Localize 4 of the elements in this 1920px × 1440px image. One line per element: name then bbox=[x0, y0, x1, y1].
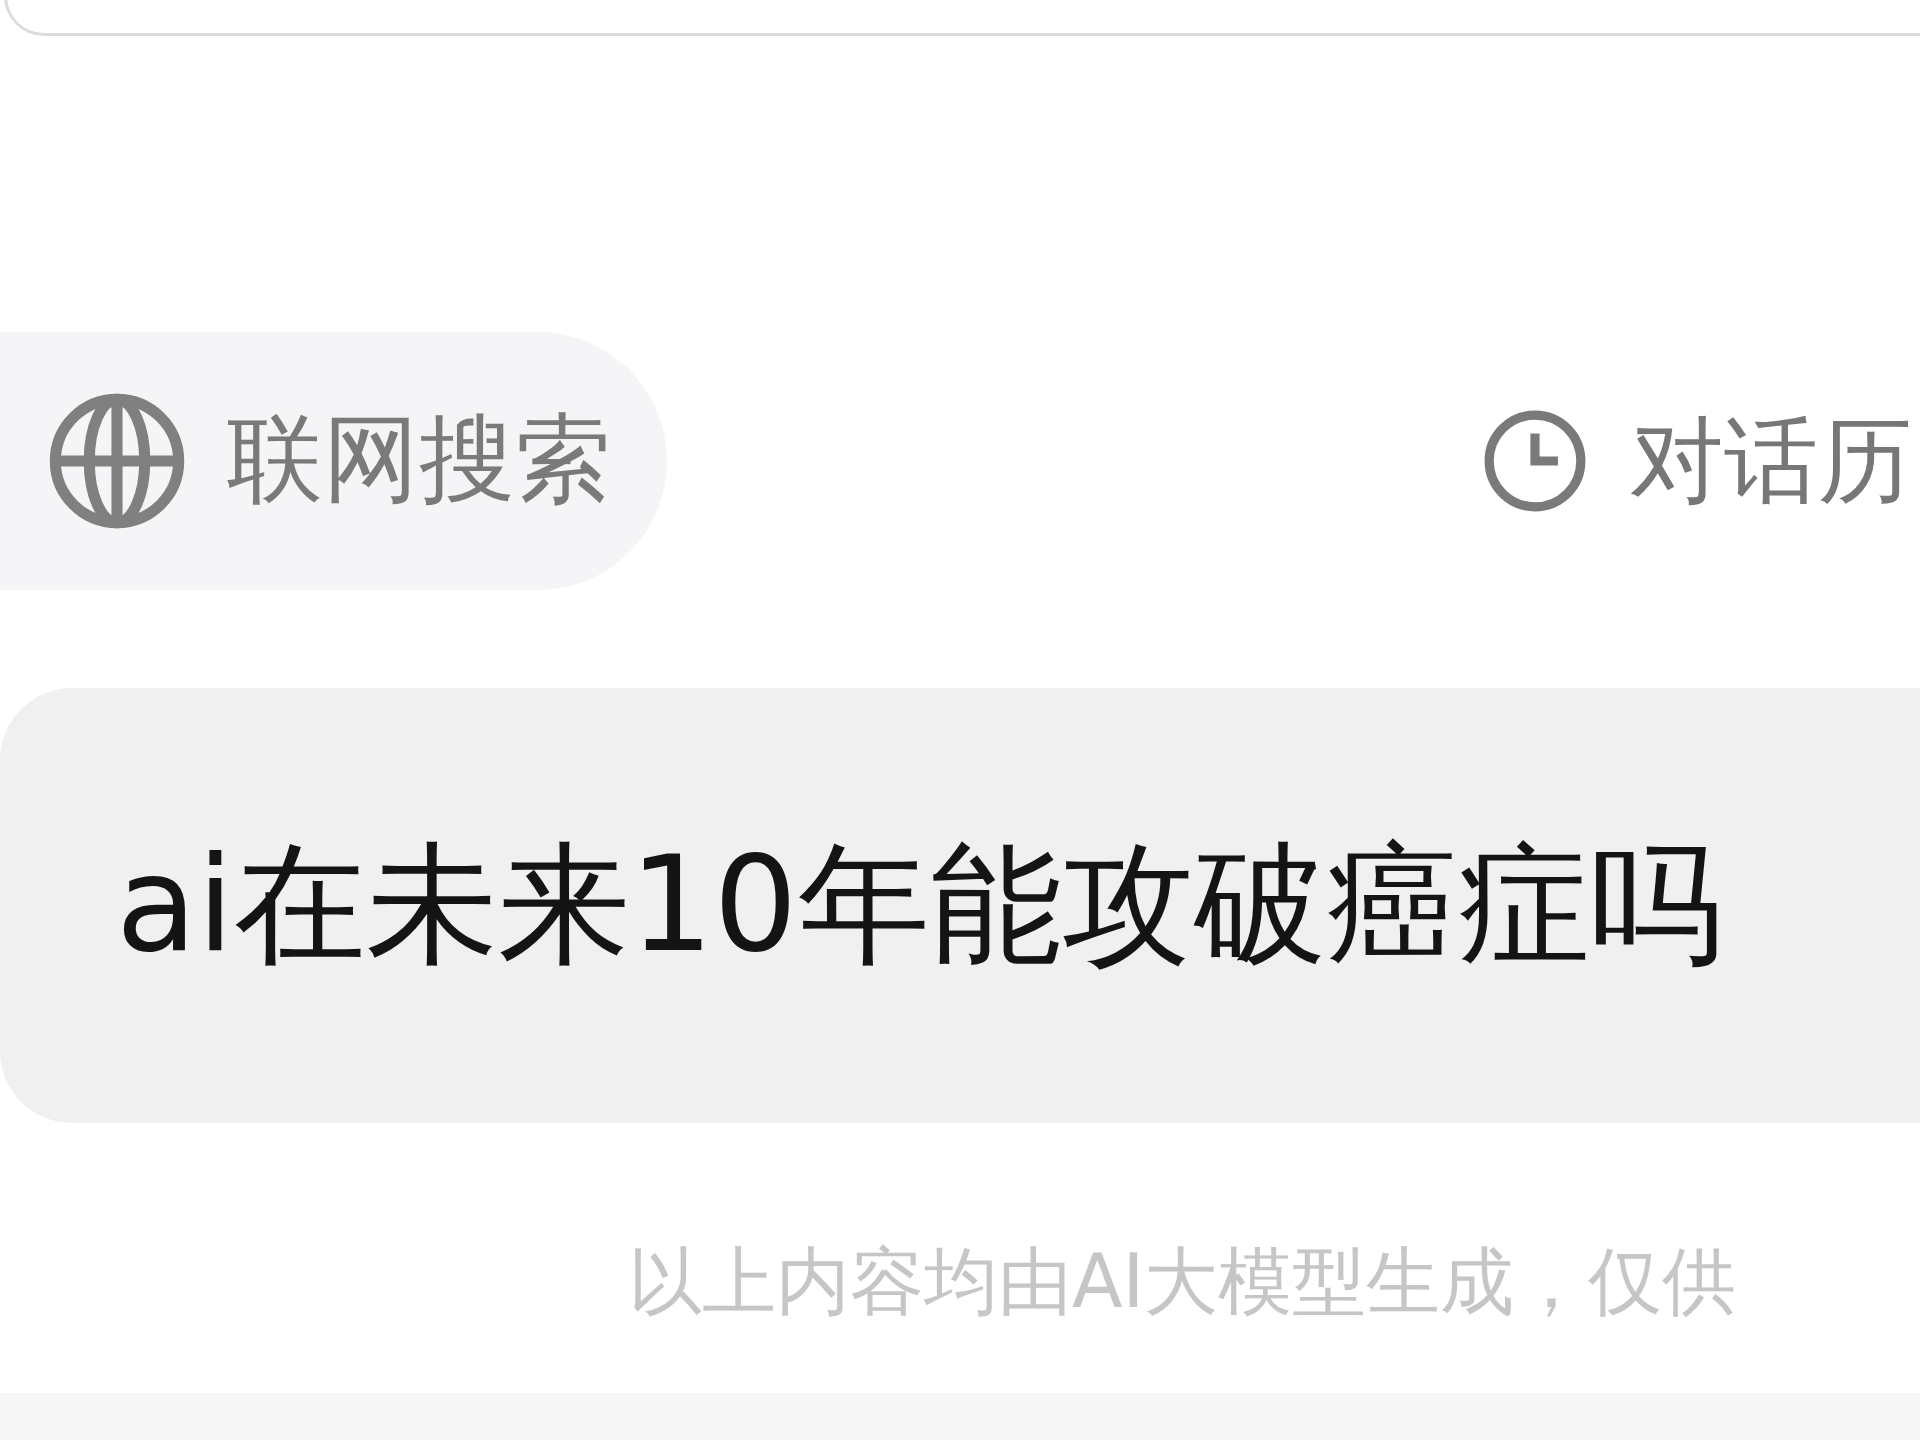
web-search-button[interactable]: 联网搜索 bbox=[0, 332, 667, 590]
disclaimer-text: 以上内容均由AI大模型生成，仅供 bbox=[627, 1237, 1738, 1326]
history-button[interactable]: 对话历 bbox=[1480, 397, 1912, 525]
message-text: ai在未来10年能攻破癌症吗 bbox=[116, 825, 1722, 983]
